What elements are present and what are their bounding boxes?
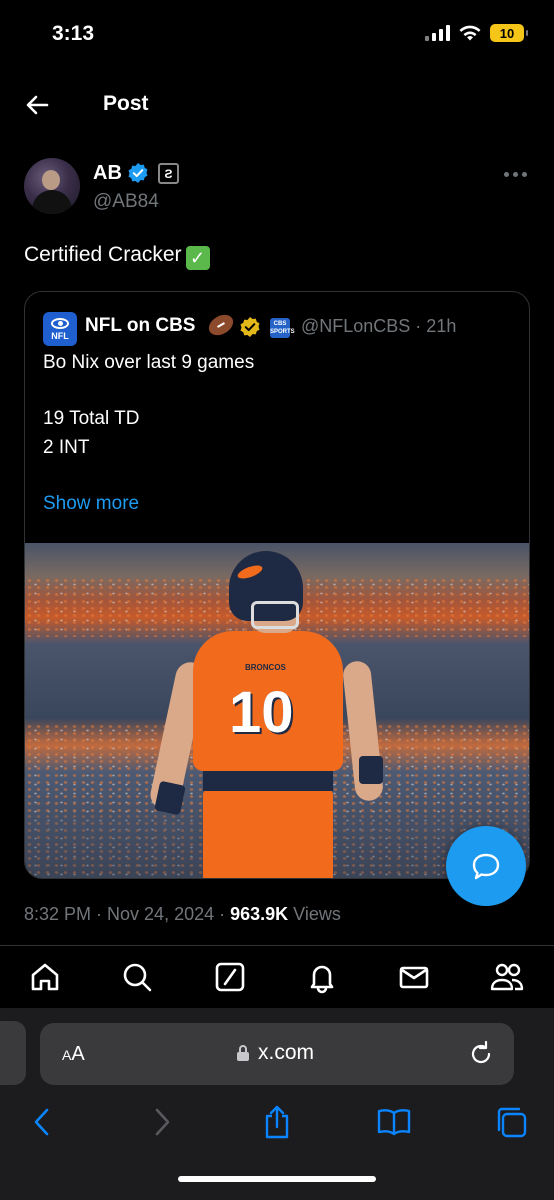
safari-back-button[interactable] — [22, 1102, 62, 1142]
avatar[interactable] — [24, 158, 80, 214]
tab-messages[interactable] — [391, 954, 437, 1000]
messages-icon — [399, 966, 429, 989]
quoted-handle-time[interactable]: @NFLonCBS · 21h — [301, 316, 456, 337]
notifications-icon — [310, 965, 334, 994]
tabs-button[interactable] — [491, 1102, 531, 1142]
verified-icon — [128, 163, 148, 183]
search-icon — [123, 963, 152, 992]
wristband — [154, 780, 186, 816]
reader-options-button[interactable]: AA — [62, 1043, 85, 1066]
home-indicator — [178, 1176, 376, 1182]
bottom-navigation — [0, 945, 554, 1005]
quoted-avatar[interactable]: NFL — [43, 312, 77, 346]
tab-grok[interactable] — [207, 954, 253, 1000]
player-jersey: BRONCOS 10 — [193, 631, 343, 771]
url-text: x.com — [258, 1041, 315, 1064]
back-button[interactable] — [22, 90, 52, 120]
post-timestamp[interactable]: 8:32 PM · Nov 24, 2024 · — [24, 904, 230, 924]
safari-forward-icon — [155, 1108, 170, 1136]
wristband — [359, 756, 383, 784]
cbs-sports-affiliate-badge[interactable]: CBS SPORTS — [270, 318, 295, 338]
quoted-text-line: 2 INT — [43, 437, 90, 458]
player-pants — [203, 789, 333, 878]
bookmarks-button[interactable] — [374, 1102, 414, 1142]
safari-back-icon — [34, 1108, 49, 1136]
page-title: Post — [103, 92, 149, 115]
address-bar[interactable]: AA x.com — [40, 1023, 514, 1085]
tweet-body: Certified Cracker — [24, 243, 182, 266]
tab-home[interactable] — [22, 954, 68, 1000]
tab-communities[interactable] — [484, 954, 530, 1000]
face-mask — [251, 601, 299, 629]
quoted-avatar-label: NFL — [51, 330, 69, 341]
status-icons: 10 — [425, 24, 528, 42]
communities-icon — [490, 963, 524, 991]
tabs-icon — [497, 1107, 527, 1138]
quoted-post[interactable]: NFL NFL on CBS CBS SPORTS @NFLonCBS · 21… — [24, 291, 530, 879]
home-icon — [31, 963, 59, 991]
tab-notifications[interactable] — [299, 954, 345, 1000]
share-button[interactable] — [257, 1102, 297, 1142]
post-metadata: 8:32 PM · Nov 24, 2024 · 963.9K Views — [24, 904, 341, 925]
status-time: 3:13 — [52, 22, 95, 45]
player-figure: BRONCOS 10 — [147, 551, 385, 878]
tab-search[interactable] — [114, 954, 160, 1000]
quoted-author-name[interactable]: NFL on CBS — [85, 315, 195, 337]
battery-icon: 10 — [490, 24, 528, 42]
safari-forward-button[interactable] — [142, 1102, 182, 1142]
bookmarks-icon — [377, 1109, 411, 1136]
views-count: 963.9K — [230, 904, 289, 924]
post-header: Post — [0, 80, 554, 130]
cbs-eye-icon — [51, 317, 69, 329]
post-photo[interactable]: BRONCOS 10 — [25, 543, 529, 878]
author-name[interactable]: AB — [93, 162, 122, 185]
aa-large: A — [71, 1043, 85, 1065]
compose-reply-icon — [472, 853, 500, 880]
more-icon[interactable] — [504, 172, 527, 177]
quoted-text-line: 19 Total TD — [43, 408, 140, 429]
author-handle[interactable]: @AB84 — [93, 191, 159, 213]
reload-icon[interactable] — [466, 1039, 496, 1069]
views-label: Views — [288, 904, 341, 924]
url-display[interactable]: x.com — [236, 1041, 314, 1065]
affiliation-badge[interactable]: Ƨ — [158, 163, 179, 184]
verified-gold-icon — [240, 317, 260, 337]
show-more-link[interactable]: Show more — [43, 493, 139, 515]
compose-reply-button[interactable] — [446, 826, 526, 906]
browser-toolbar: AA x.com — [0, 1008, 554, 1200]
jersey-wordmark: BRONCOS — [245, 663, 286, 672]
back-arrow-icon — [26, 95, 49, 115]
cellular-signal-icon — [425, 25, 450, 41]
tweet-text: Certified Cracker ✓ — [24, 243, 210, 270]
aa-small: A — [62, 1047, 72, 1063]
wifi-icon — [459, 25, 481, 41]
share-icon — [265, 1105, 289, 1139]
grok-icon — [215, 962, 245, 992]
status-bar: 3:13 10 — [0, 0, 554, 70]
previous-tab-preview[interactable] — [0, 1021, 26, 1085]
lock-icon — [237, 1045, 249, 1061]
quoted-text-line: Bo Nix over last 9 games — [43, 352, 255, 373]
check-mark-icon: ✓ — [185, 246, 210, 270]
jersey-number: 10 — [229, 680, 294, 745]
football-icon — [205, 310, 237, 340]
